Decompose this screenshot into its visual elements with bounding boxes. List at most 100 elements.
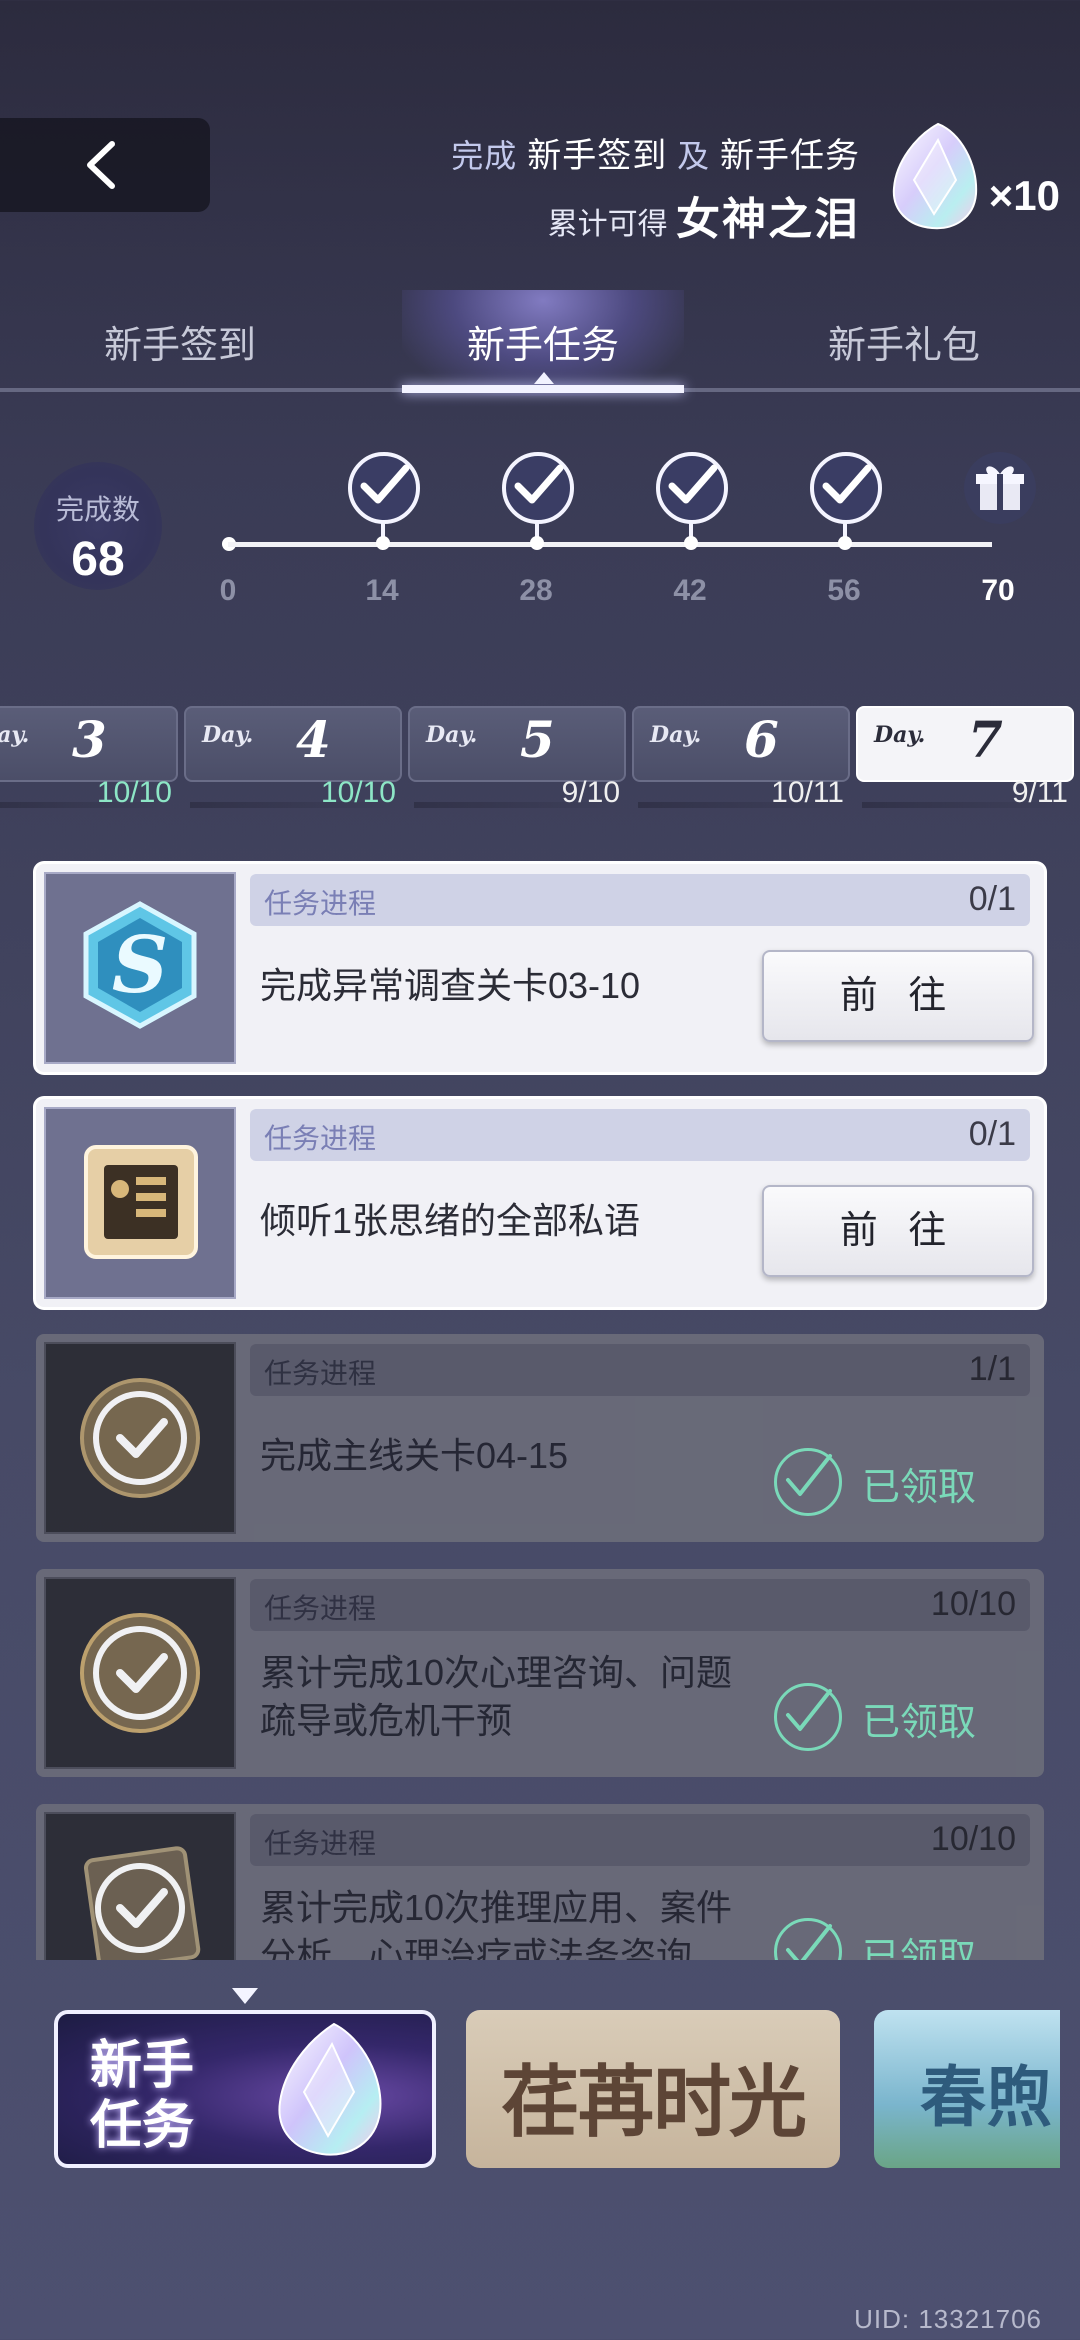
- tab-active-indicator: [402, 385, 684, 393]
- completed-medal-icon: [80, 1378, 200, 1498]
- svg-text:S: S: [112, 920, 168, 1011]
- task-progress-value: 10/10: [930, 1585, 1016, 1623]
- tear-gem-icon: [278, 2022, 382, 2156]
- check-icon: [668, 464, 718, 504]
- task-card: 任务进程 10/10 累计完成10次推理应用、案件 分析、心理治疗或法务咨询 已…: [36, 1804, 1044, 1960]
- task-progress-value: 0/1: [968, 880, 1016, 918]
- claimed-status: 已领取: [774, 1448, 1014, 1518]
- day-number: 4: [296, 710, 331, 769]
- task-title: 累计完成10次推理应用、案件 分析、心理治疗或法务咨询: [260, 1884, 740, 1960]
- task-thumb: S: [44, 872, 236, 1064]
- back-button[interactable]: [0, 118, 210, 212]
- tick-label: 28: [519, 574, 553, 607]
- task-thumb: [44, 1812, 236, 1960]
- tick-label: 14: [365, 574, 399, 607]
- task-progress-label: 任务进程: [264, 1123, 377, 1154]
- milestone-28[interactable]: [502, 452, 574, 550]
- task-progress-header: 任务进程 10/10: [250, 1579, 1030, 1631]
- task-title: 完成异常调查关卡03-10: [260, 965, 641, 1006]
- day-label: Day.: [426, 722, 478, 748]
- task-card: S 任务进程 0/1 完成异常调查关卡03-10 前 往: [36, 864, 1044, 1072]
- claimed-label: 已领取: [862, 1702, 977, 1744]
- day-progress: 9/10: [561, 776, 620, 809]
- go-button[interactable]: 前 往: [762, 950, 1034, 1042]
- promo-text: 新手任务: [720, 137, 860, 175]
- claimed-status: 已领取: [774, 1918, 1014, 1960]
- check-icon: [786, 1454, 832, 1496]
- task-progress-value: 0/1: [968, 1115, 1016, 1153]
- banner-title-line: 新手: [90, 2037, 195, 2095]
- tab-gift-pack[interactable]: 新手礼包: [724, 290, 1080, 396]
- task-progress-label: 任务进程: [264, 888, 377, 919]
- check-icon: [514, 464, 564, 504]
- milestone-56[interactable]: [810, 452, 882, 550]
- check-icon: [822, 464, 872, 504]
- task-card: 任务进程 10/10 累计完成10次心理咨询、问题 疏导或危机干预 已领取: [36, 1569, 1044, 1777]
- milestone-42[interactable]: [656, 452, 728, 550]
- completion-count-value: 68: [71, 533, 125, 586]
- day-tab-6[interactable]: Day. 6: [632, 706, 850, 782]
- check-icon: [360, 464, 410, 504]
- claimed-label: 已领取: [862, 1937, 977, 1960]
- task-title-line: 累计完成10次心理咨询、问题: [260, 1652, 733, 1693]
- milestone-14[interactable]: [348, 452, 420, 550]
- promo-text: 完成: [451, 138, 518, 174]
- task-progress-label: 任务进程: [264, 1828, 377, 1859]
- banner-spring-event[interactable]: 春煦: [874, 2010, 1060, 2168]
- day-tab-3[interactable]: Day. 3: [0, 706, 178, 782]
- task-progress-header: 任务进程 10/10: [250, 1814, 1030, 1866]
- promo-text: 新手签到: [527, 137, 668, 175]
- promo-text: 累计可得: [547, 208, 668, 241]
- banner-title-line: 任务: [90, 2097, 195, 2155]
- selected-banner-caret: [232, 1988, 258, 2004]
- go-button[interactable]: 前 往: [762, 1185, 1034, 1277]
- chevron-left-icon: [87, 141, 115, 189]
- user-id: UID: 13321706: [854, 2304, 1042, 2334]
- tab-checkin[interactable]: 新手签到: [0, 290, 360, 396]
- day-label: Day.: [202, 722, 254, 748]
- reward-multiplier: ×10: [988, 172, 1060, 219]
- day-label: Day.: [874, 722, 926, 748]
- day-label: Day.: [0, 722, 30, 748]
- task-thumb: [44, 1342, 236, 1534]
- reward-name: 女神之泪: [676, 194, 860, 245]
- task-title-line: 分析、心理治疗或法务咨询: [260, 1935, 693, 1960]
- task-thumb: [44, 1577, 236, 1769]
- task-title-line: 累计完成10次推理应用、案件: [260, 1887, 733, 1928]
- task-progress-value: 1/1: [968, 1350, 1016, 1388]
- day-tab-5[interactable]: Day. 5: [408, 706, 626, 782]
- banner-title: 荏苒时光: [500, 2057, 807, 2148]
- check-icon: [786, 1924, 832, 1960]
- task-progress-label: 任务进程: [264, 1358, 377, 1389]
- claimed-label: 已领取: [862, 1467, 977, 1509]
- promo-banner: 完成 新手签到 及 新手任务 累计可得 女神之泪: [451, 128, 860, 247]
- task-title: 倾听1张思绪的全部私语: [260, 1200, 641, 1241]
- banner-newbie-tasks[interactable]: 新手 任务: [54, 2010, 436, 2168]
- task-card: 任务进程 0/1 倾听1张思绪的全部私语 前 往: [36, 1099, 1044, 1307]
- day-number: 6: [744, 710, 779, 769]
- check-icon: [786, 1689, 832, 1731]
- promo-text: 及: [677, 138, 711, 174]
- day-number: 3: [72, 710, 107, 769]
- day-number: 7: [968, 710, 1003, 769]
- completed-card-icon: [83, 1846, 201, 1960]
- task-progress-header: 任务进程 0/1: [250, 874, 1030, 926]
- claimed-status: 已领取: [774, 1683, 1014, 1753]
- tick-label: 70: [981, 574, 1015, 607]
- completion-count-label: 完成数: [55, 494, 140, 525]
- task-title: 完成主线关卡04-15: [260, 1435, 569, 1476]
- day-progress: 10/11: [771, 776, 844, 809]
- task-progress-label: 任务进程: [264, 1593, 377, 1624]
- gift-icon: [976, 466, 1024, 510]
- banner-time-event[interactable]: 荏苒时光: [466, 2010, 840, 2168]
- day-number: 5: [520, 710, 555, 769]
- task-list[interactable]: S 任务进程 0/1 完成异常调查关卡03-10 前 往 任务进程 0/1 倾听…: [0, 860, 1080, 1960]
- task-title: 累计完成10次心理咨询、问题 疏导或危机干预: [260, 1649, 740, 1745]
- banner-title: 春煦: [920, 2058, 1052, 2136]
- completed-medal-icon: [80, 1613, 200, 1733]
- day-tab-4[interactable]: Day. 4: [184, 706, 402, 782]
- day-tab-7[interactable]: Day. 7: [856, 706, 1074, 782]
- task-progress-header: 任务进程 1/1: [250, 1344, 1030, 1396]
- milestone-70-gift[interactable]: [964, 452, 1036, 524]
- day-progress: 9/11: [1011, 776, 1068, 809]
